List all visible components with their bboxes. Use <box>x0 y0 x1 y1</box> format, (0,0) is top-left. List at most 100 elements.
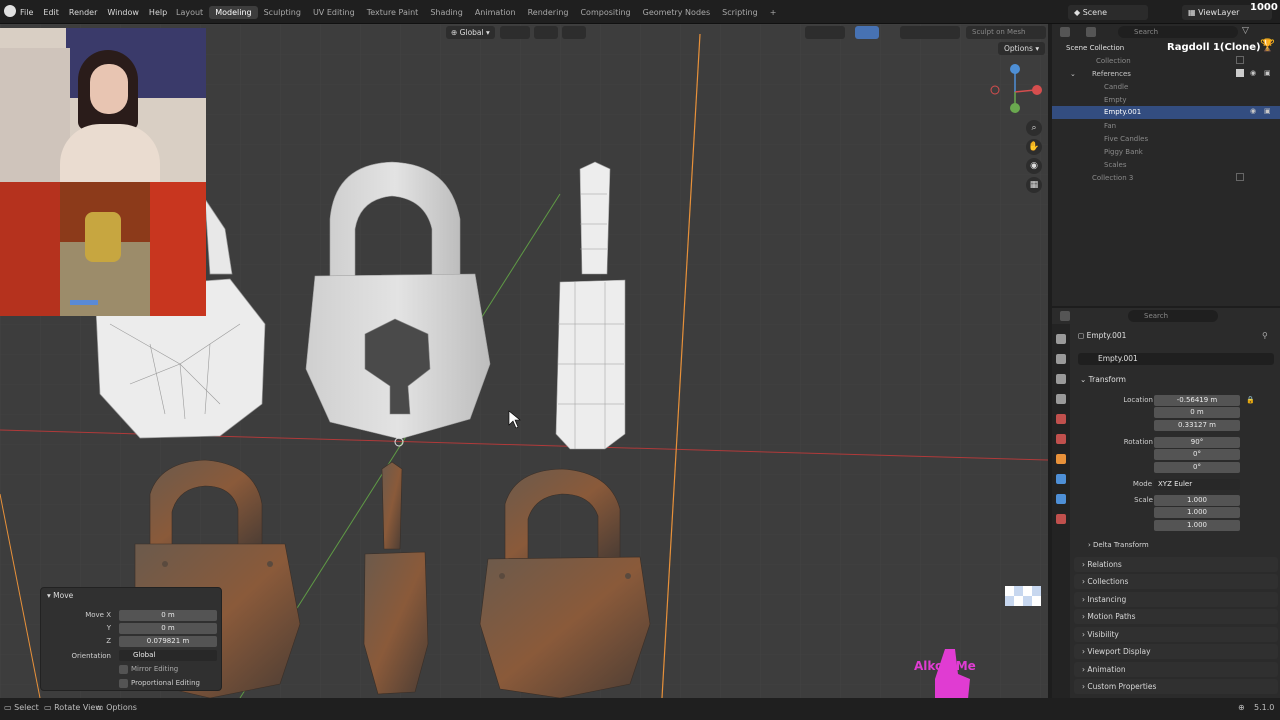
transform-orientation-dropdown[interactable]: ⊕ Global ▾ <box>446 26 495 39</box>
transform-panel-header[interactable]: ⌄ Transform <box>1080 375 1126 384</box>
shading-mode-icon[interactable] <box>900 26 960 39</box>
overlays-icon[interactable] <box>855 26 879 39</box>
tab-shading[interactable]: Shading <box>424 6 469 19</box>
scene-collection-title[interactable]: Scene Collection <box>1066 44 1124 52</box>
view-layer-tab-icon[interactable] <box>1056 394 1066 404</box>
tab-layout[interactable]: Layout <box>170 6 209 19</box>
scale-z-field[interactable]: 1.000 <box>1154 520 1240 531</box>
tab-scripting[interactable]: Scripting <box>716 6 764 19</box>
display-mode-icon[interactable] <box>1086 27 1096 37</box>
panel-custom-properties[interactable]: › Custom Properties <box>1074 679 1278 694</box>
location-z-field[interactable]: 0.33127 m <box>1154 420 1240 431</box>
render-tab-icon[interactable] <box>1056 354 1066 364</box>
scene-tab-icon[interactable] <box>1056 414 1066 424</box>
move-z-field[interactable]: 0.079821 m <box>119 636 217 647</box>
pivot-point-icon[interactable] <box>500 26 530 39</box>
outliner-row-references[interactable]: ⌄ References ◉ ▣ <box>1052 68 1280 81</box>
constraints-tab-icon[interactable] <box>1056 494 1066 504</box>
location-y-field[interactable]: 0 m <box>1154 407 1240 418</box>
object-name-field[interactable]: Empty.001 <box>1078 353 1274 365</box>
outliner-row-candle[interactable]: Candle <box>1052 81 1280 94</box>
filter-icon[interactable]: ▽ <box>1242 26 1254 38</box>
add-workspace-icon[interactable]: + <box>764 6 783 19</box>
snap-icon[interactable] <box>534 26 558 39</box>
mirror-editing-checkbox[interactable] <box>119 665 128 674</box>
scene-selector[interactable]: ◆ Scene <box>1068 5 1148 20</box>
outliner-row-collection-3[interactable]: Collection 3 <box>1052 172 1280 185</box>
pin-icon[interactable]: ⚲ <box>1262 331 1268 340</box>
tool-tab-icon[interactable] <box>1056 334 1066 344</box>
outliner-row-five-candles[interactable]: Five Candles <box>1052 133 1280 146</box>
expand-chevron-icon[interactable]: ⌄ <box>1070 70 1076 78</box>
rotation-z-field[interactable]: 0° <box>1154 462 1240 473</box>
camera-render-icon[interactable]: ▣ <box>1264 69 1271 77</box>
tab-compositing[interactable]: Compositing <box>574 6 636 19</box>
location-x-field[interactable]: -0.56419 m <box>1154 395 1240 406</box>
proportional-edit-icon[interactable] <box>562 26 586 39</box>
include-checkbox[interactable] <box>1236 173 1244 181</box>
outliner-editor-type-icon[interactable] <box>1060 27 1070 37</box>
menu-help[interactable]: Help <box>144 6 172 19</box>
tab-rendering[interactable]: Rendering <box>522 6 575 19</box>
pan-hand-icon[interactable]: ✋ <box>1026 139 1042 155</box>
tab-uv-editing[interactable]: UV Editing <box>307 6 361 19</box>
tab-sculpting[interactable]: Sculpting <box>258 6 307 19</box>
move-y-field[interactable]: 0 m <box>119 623 217 634</box>
eye-icon[interactable]: ◉ <box>1250 107 1256 115</box>
outliner-row-scales[interactable]: Scales <box>1052 159 1280 172</box>
grid-view-icon[interactable]: ▦ <box>1026 177 1042 193</box>
sculpt-on-mesh-button[interactable]: Sculpt on Mesh <box>966 26 1046 39</box>
outliner-search-placeholder: Search <box>1134 28 1159 36</box>
panel-visibility[interactable]: › Visibility <box>1074 627 1278 642</box>
properties-editor-type-icon[interactable] <box>1060 311 1070 321</box>
rotation-x-field[interactable]: 90° <box>1154 437 1240 448</box>
outliner-row-piggy-bank[interactable]: Piggy Bank <box>1052 146 1280 159</box>
panel-viewport-display[interactable]: › Viewport Display <box>1074 644 1278 659</box>
outliner-row-label: References <box>1092 70 1131 78</box>
panel-relations[interactable]: › Relations <box>1074 557 1278 572</box>
outliner-row-fan[interactable]: Fan <box>1052 120 1280 133</box>
rotation-mode-select[interactable]: XYZ Euler <box>1154 479 1240 490</box>
panel-motion-paths[interactable]: › Motion Paths <box>1074 609 1278 624</box>
eye-icon[interactable]: ◉ <box>1250 69 1256 77</box>
lock-icon[interactable]: 🔒 <box>1246 396 1255 408</box>
scale-x-field[interactable]: 1.000 <box>1154 495 1240 506</box>
menu-render[interactable]: Render <box>64 6 102 19</box>
menu-window[interactable]: Window <box>102 6 144 19</box>
outliner-search-input[interactable]: Search <box>1118 26 1238 38</box>
visibility-icon[interactable] <box>805 26 845 39</box>
rotation-y-field[interactable]: 0° <box>1154 449 1240 460</box>
scale-y-field[interactable]: 1.000 <box>1154 507 1240 518</box>
physics-tab-icon[interactable] <box>1056 474 1066 484</box>
world-tab-icon[interactable] <box>1056 434 1066 444</box>
include-checkbox[interactable] <box>1236 69 1244 77</box>
camera-icon[interactable]: ◉ <box>1026 158 1042 174</box>
tab-texture-paint[interactable]: Texture Paint <box>361 6 425 19</box>
include-checkbox[interactable] <box>1236 56 1244 64</box>
panel-instancing[interactable]: › Instancing <box>1074 592 1278 607</box>
camera-render-icon[interactable]: ▣ <box>1264 107 1271 115</box>
properties-search-input[interactable]: Search <box>1128 310 1218 322</box>
options-dropdown[interactable]: Options ▾ <box>998 42 1046 55</box>
tab-animation[interactable]: Animation <box>469 6 522 19</box>
orientation-select[interactable]: Global <box>119 650 217 661</box>
status-options: ▭ Options <box>96 703 137 712</box>
proportional-editing-checkbox[interactable] <box>119 679 128 688</box>
outliner-row-collection[interactable]: Collection <box>1052 55 1280 68</box>
panel-collections[interactable]: › Collections <box>1074 574 1278 589</box>
data-tab-icon[interactable] <box>1056 514 1066 524</box>
output-tab-icon[interactable] <box>1056 374 1066 384</box>
panel-animation[interactable]: › Animation <box>1074 662 1278 677</box>
menu-edit[interactable]: Edit <box>38 6 64 19</box>
tab-modeling[interactable]: Modeling <box>209 6 258 19</box>
object-tab-icon[interactable] <box>1056 454 1066 464</box>
tab-geometry-nodes[interactable]: Geometry Nodes <box>637 6 716 19</box>
zoom-icon[interactable]: ⌕ <box>1026 120 1042 136</box>
operator-title[interactable]: ▾ Move <box>47 591 73 600</box>
outliner-row-empty-001[interactable]: Empty.001 ◉ ▣ <box>1052 106 1280 119</box>
rotation-y-label: Y <box>1100 450 1160 458</box>
panel-delta-transform[interactable]: › Delta Transform <box>1088 541 1149 549</box>
transform-title: Transform <box>1088 375 1126 384</box>
move-x-field[interactable]: 0 m <box>119 610 217 621</box>
menu-file[interactable]: File <box>15 6 38 19</box>
